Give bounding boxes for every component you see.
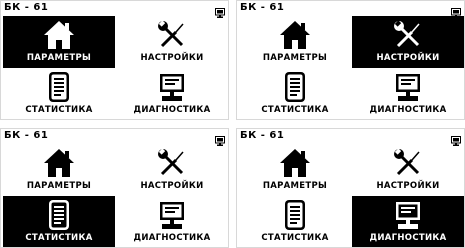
menu-item-label: СТАТИСТИКА [261,105,329,115]
device-title: БК - 61 [240,2,285,13]
menu-item-params[interactable]: ПАРАМЕТРЫ [239,144,351,196]
menu-item-diag[interactable]: ДИАГНОСТИКА [116,68,228,119]
computer-icon [116,71,228,103]
device-screen: БК - 61 ПАРАМЕТРЫ НАСТРОЙКИ СТАТИСТИКА Д… [236,0,465,120]
menu-item-label: ПАРАМЕТРЫ [262,53,328,63]
home-icon [3,19,115,51]
menu-item-params[interactable]: ПАРАМЕТРЫ [3,16,115,68]
screen-header: БК - 61 [237,129,464,146]
device-screen: БК - 61 ПАРАМЕТРЫ НАСТРОЙКИ СТАТИСТИКА Д… [0,128,229,248]
menu-item-label: ДИАГНОСТИКА [133,233,211,243]
device-screen: БК - 61 ПАРАМЕТРЫ НАСТРОЙКИ СТАТИСТИКА Д… [0,0,229,120]
document-icon [239,199,351,231]
device-title: БК - 61 [240,130,285,141]
menu-item-settings[interactable]: НАСТРОЙКИ [116,16,228,68]
menu-item-label: ПАРАМЕТРЫ [262,181,328,191]
menu-item-diag[interactable]: ДИАГНОСТИКА [352,196,464,247]
tools-icon [116,147,228,179]
menu-item-diag[interactable]: ДИАГНОСТИКА [352,68,464,119]
document-icon [3,199,115,231]
computer-icon [352,199,464,231]
menu-item-params[interactable]: ПАРАМЕТРЫ [239,16,351,68]
menu-item-settings[interactable]: НАСТРОЙКИ [352,16,464,68]
menu-item-label: ДИАГНОСТИКА [133,105,211,115]
screen-2: БК - 61 ПАРАМЕТРЫ НАСТРОЙКИ СТАТИСТИКА Д… [236,0,465,120]
menu-item-settings[interactable]: НАСТРОЙКИ [352,144,464,196]
screen-1: БК - 61 ПАРАМЕТРЫ НАСТРОЙКИ СТАТИСТИКА Д… [0,0,229,120]
screen-3: БК - 61 ПАРАМЕТРЫ НАСТРОЙКИ СТАТИСТИКА Д… [0,128,229,248]
menu-item-label: ДИАГНОСТИКА [369,233,447,243]
menu-item-label: СТАТИСТИКА [261,233,329,243]
tools-icon [352,147,464,179]
computer-icon [352,71,464,103]
device-title: БК - 61 [4,130,49,141]
menu-item-label: СТАТИСТИКА [25,233,93,243]
menu-item-label: НАСТРОЙКИ [376,53,440,63]
menu-item-diag[interactable]: ДИАГНОСТИКА [116,196,228,247]
home-icon [3,147,115,179]
screen-4: БК - 61 ПАРАМЕТРЫ НАСТРОЙКИ СТАТИСТИКА Д… [236,128,465,248]
menu-item-label: ПАРАМЕТРЫ [26,181,92,191]
device-screen: БК - 61 ПАРАМЕТРЫ НАСТРОЙКИ СТАТИСТИКА Д… [236,128,465,248]
menu-item-label: НАСТРОЙКИ [376,181,440,191]
tools-icon [352,19,464,51]
menu-item-label: ДИАГНОСТИКА [369,105,447,115]
menu-item-label: СТАТИСТИКА [25,105,93,115]
tools-icon [116,19,228,51]
menu-item-stats[interactable]: СТАТИСТИКА [3,196,115,247]
menu-item-label: ПАРАМЕТРЫ [26,53,92,63]
document-icon [239,71,351,103]
computer-icon [116,199,228,231]
menu-item-settings[interactable]: НАСТРОЙКИ [116,144,228,196]
screen-header: БК - 61 [1,129,228,146]
menu-item-stats[interactable]: СТАТИСТИКА [239,196,351,247]
menu-item-stats[interactable]: СТАТИСТИКА [239,68,351,119]
menu-item-stats[interactable]: СТАТИСТИКА [3,68,115,119]
screen-header: БК - 61 [1,1,228,18]
menu-item-params[interactable]: ПАРАМЕТРЫ [3,144,115,196]
home-icon [239,19,351,51]
device-title: БК - 61 [4,2,49,13]
document-icon [3,71,115,103]
home-icon [239,147,351,179]
menu-item-label: НАСТРОЙКИ [140,53,204,63]
menu-item-label: НАСТРОЙКИ [140,181,204,191]
screen-header: БК - 61 [237,1,464,18]
